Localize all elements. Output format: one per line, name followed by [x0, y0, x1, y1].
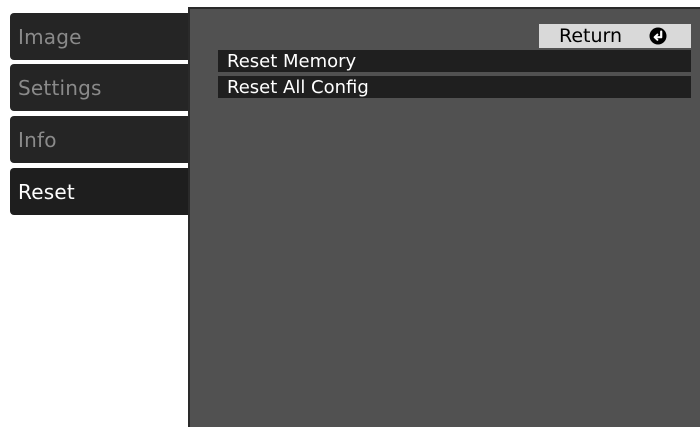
return-button[interactable]: Return [539, 24, 691, 48]
tab-settings[interactable]: Settings [10, 64, 188, 111]
tab-label: Settings [18, 75, 102, 100]
tab-info[interactable]: Info [10, 116, 188, 163]
tab-reset[interactable]: Reset [10, 168, 202, 215]
tab-label: Reset [18, 179, 75, 204]
tab-image[interactable]: Image [10, 13, 188, 60]
projector-menu: Image Settings Info Reset Return Reset M… [0, 0, 700, 427]
item-label: Reset Memory [227, 50, 357, 72]
reset-memory-item[interactable]: Reset Memory [218, 50, 691, 72]
tab-label: Info [18, 127, 57, 152]
return-label: Return [559, 25, 623, 47]
reset-all-config-item[interactable]: Reset All Config [218, 76, 691, 98]
return-arrow-icon [649, 27, 667, 45]
tab-label: Image [18, 24, 82, 49]
item-label: Reset All Config [227, 76, 369, 98]
